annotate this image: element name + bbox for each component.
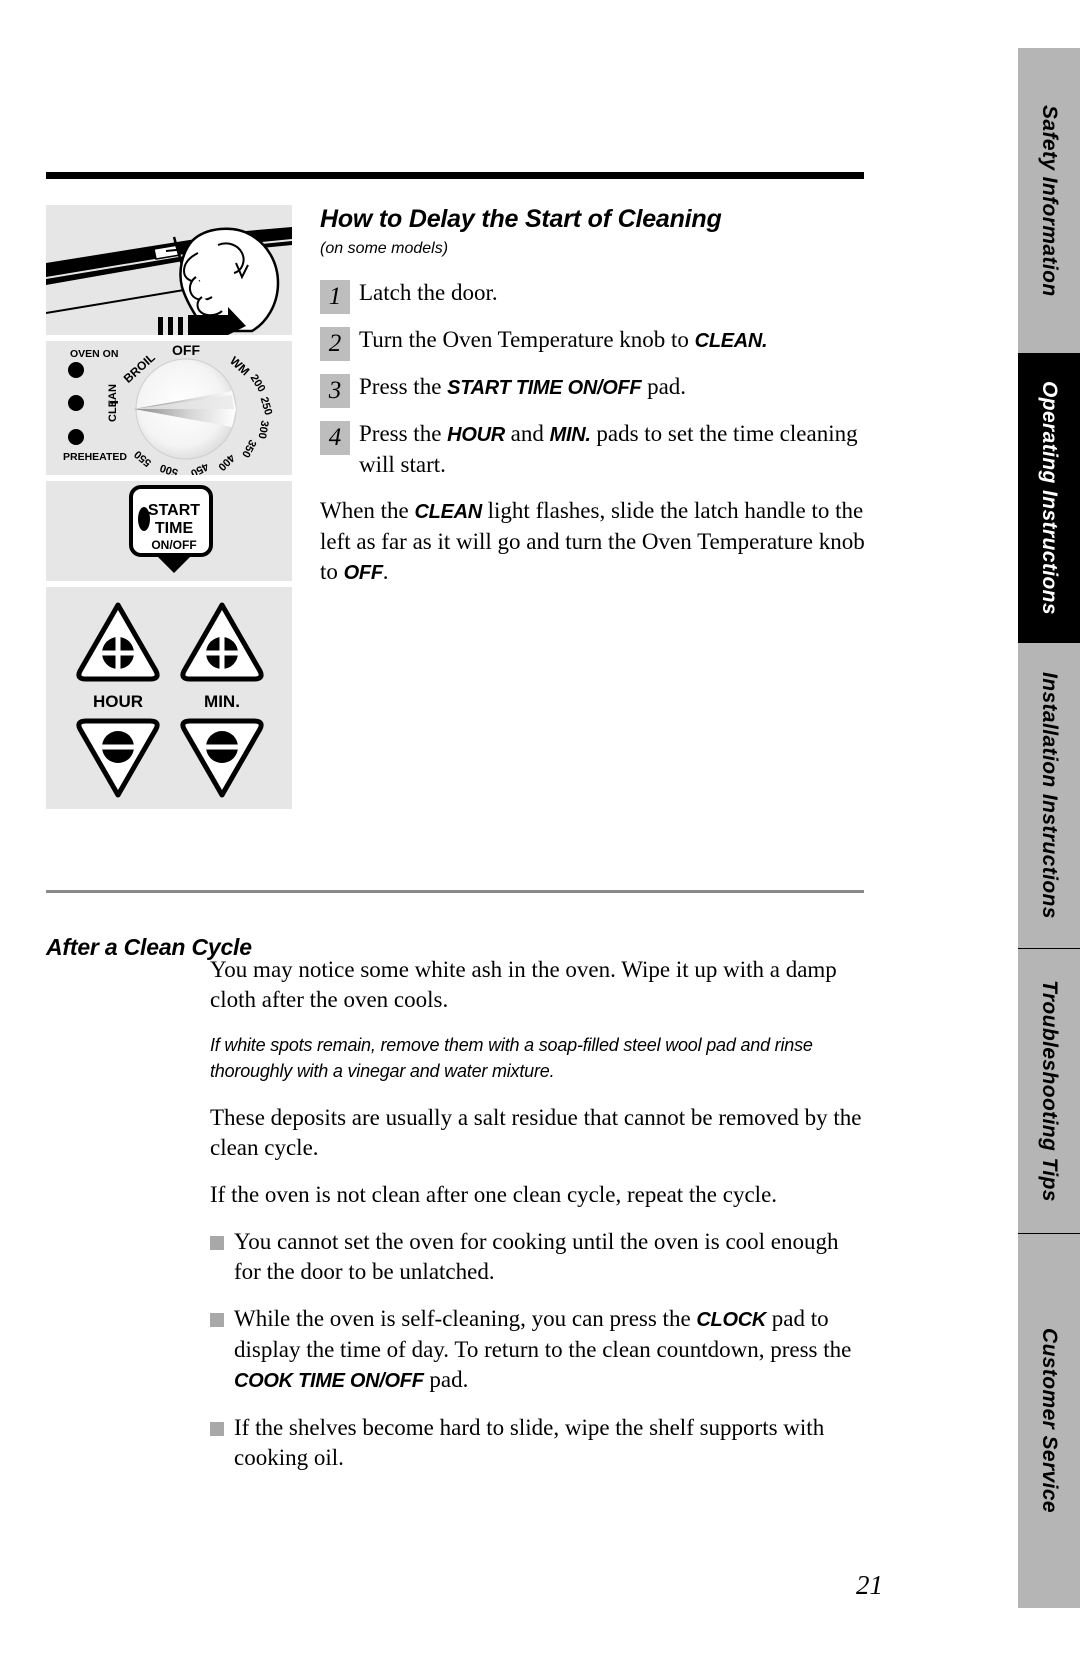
section-tab-strip: Safety Information Operating Instruction… [1018,48,1080,1608]
section-subtitle: (on some models) [320,240,449,257]
svg-text:450: 450 [188,460,210,475]
step-item: 4 Press the HOUR and MIN. pads to set th… [320,417,865,479]
after-clean-cycle-body: You may notice some white ash in the ove… [210,955,865,1490]
figure-hour-min-pads: HOUR MIN. [46,587,292,809]
pad-name: HOUR [447,424,505,446]
pad-name: OFF [343,562,383,584]
svg-text:START: START [148,502,200,519]
paragraph: If the oven is not clean after one clean… [210,1182,778,1207]
figure-oven-temperature-knob: OVEN ON PREHEATED CLEAN OFF BROIL WM [46,341,292,475]
paragraph: These deposits are usually a salt residu… [210,1105,862,1160]
list-item: While the oven is self-cleaning, you can… [210,1304,865,1396]
page-number: 21 [856,1570,883,1600]
step-text: Press the HOUR and MIN. pads to set the … [359,417,865,479]
latch-rail-illustration [46,227,292,335]
svg-text:350: 350 [239,437,258,459]
step-text: Latch the door. [359,276,498,307]
svg-text:400: 400 [215,451,236,472]
pad-name: MIN. [549,424,591,446]
step-text-part: Turn the Oven Temperature knob to [359,327,695,352]
step-text-part: pad. [641,374,687,399]
list-text-part: pad. [423,1367,469,1392]
pad-name: CLOCK [696,1309,767,1331]
tab-troubleshooting-tips[interactable]: Troubleshooting Tips [1018,948,1080,1233]
bullet-square-icon [210,1422,224,1436]
list-text-part: While the oven is self-cleaning, you can… [234,1306,697,1331]
svg-text:ON/OFF: ON/OFF [151,538,196,552]
tab-label: Operating Instructions [1038,381,1061,615]
tab-safety-information[interactable]: Safety Information [1018,48,1080,353]
step-text: Press the START TIME ON/OFF pad. [359,370,686,403]
pad-pointer-icon [156,555,192,573]
figure-latch-door [46,205,292,335]
svg-text:250: 250 [258,396,275,417]
step-number: 2 [320,327,350,361]
bullet-square-icon [210,1313,224,1327]
list-item-text: You cannot set the oven for cooking unti… [234,1227,865,1287]
step-text-part: Press the [359,374,448,399]
hour-decrease-pad-icon [76,718,160,798]
tab-customer-service[interactable]: Customer Service [1018,1233,1080,1608]
svg-text:OVEN ON: OVEN ON [70,348,118,360]
closing-text-part: When the [320,498,415,523]
step-item: 1 Latch the door. [320,276,865,314]
section-title: How to Delay the Start of Cleaning [320,205,722,233]
tab-label: Troubleshooting Tips [1038,979,1061,1202]
svg-text:OFF: OFF [172,342,200,358]
step-text-part: Press the [359,421,448,446]
bullet-square-icon [210,1236,224,1250]
step-text: Turn the Oven Temperature knob to CLEAN. [359,323,768,356]
italic-note: If white spots remain, remove them with … [210,1035,813,1081]
section-divider [46,890,864,893]
pad-name: COOK TIME ON/OFF [234,1370,424,1392]
pad-name: CLEAN [414,501,483,523]
page-body: OVEN ON PREHEATED CLEAN OFF BROIL WM [0,0,905,1669]
svg-text:550: 550 [132,448,154,469]
step-text-part: and [504,421,550,446]
svg-text:200: 200 [248,372,268,394]
svg-text:300: 300 [255,419,270,439]
hour-increase-pad-icon [76,602,160,682]
step-item: 2 Turn the Oven Temperature knob to CLEA… [320,323,865,361]
paragraph: You may notice some white ash in the ove… [210,957,837,1012]
closing-paragraph: When the CLEAN light flashes, slide the … [320,496,865,588]
tab-operating-instructions[interactable]: Operating Instructions [1018,353,1080,643]
step-number: 4 [320,421,350,455]
list-text-part: You cannot set the oven for cooking unti… [234,1229,839,1284]
list-item: You cannot set the oven for cooking unti… [210,1227,865,1287]
svg-text:500: 500 [158,461,179,475]
step-item: 3 Press the START TIME ON/OFF pad. [320,370,865,408]
svg-text:MIN.: MIN. [204,692,240,711]
minute-increase-pad-icon [180,602,264,682]
svg-text:HOUR: HOUR [93,692,143,711]
indicator-lights: OVEN ON PREHEATED CLEAN [63,348,127,463]
tab-installation-instructions[interactable]: Installation Instructions [1018,643,1080,948]
list-item-text: If the shelves become hard to slide, wip… [234,1413,865,1473]
text-column: How to Delay the Start of Cleaning (on s… [320,205,865,588]
list-text-part: If the shelves become hard to slide, wip… [234,1415,825,1470]
closing-text-part: . [382,559,389,584]
tab-label: Safety Information [1038,104,1061,297]
list-item: If the shelves become hard to slide, wip… [210,1413,865,1473]
svg-text:WM: WM [227,354,252,379]
list-item-text: While the oven is self-cleaning, you can… [234,1304,865,1396]
minute-decrease-pad-icon [180,718,264,798]
step-number: 3 [320,374,350,408]
svg-text:PREHEATED: PREHEATED [63,451,127,463]
svg-text:TIME: TIME [155,520,194,537]
figure-start-time-pad: START TIME ON/OFF [46,481,292,581]
step-number: 1 [320,280,350,314]
pad-name: CLEAN. [694,330,768,352]
tab-label: Customer Service [1038,1328,1061,1513]
tab-label: Installation Instructions [1038,672,1061,919]
pad-name: START TIME ON/OFF [447,377,642,399]
step-text-part: Latch the door. [359,280,498,305]
figure-column: OVEN ON PREHEATED CLEAN OFF BROIL WM [46,205,292,815]
top-rule [46,172,864,179]
